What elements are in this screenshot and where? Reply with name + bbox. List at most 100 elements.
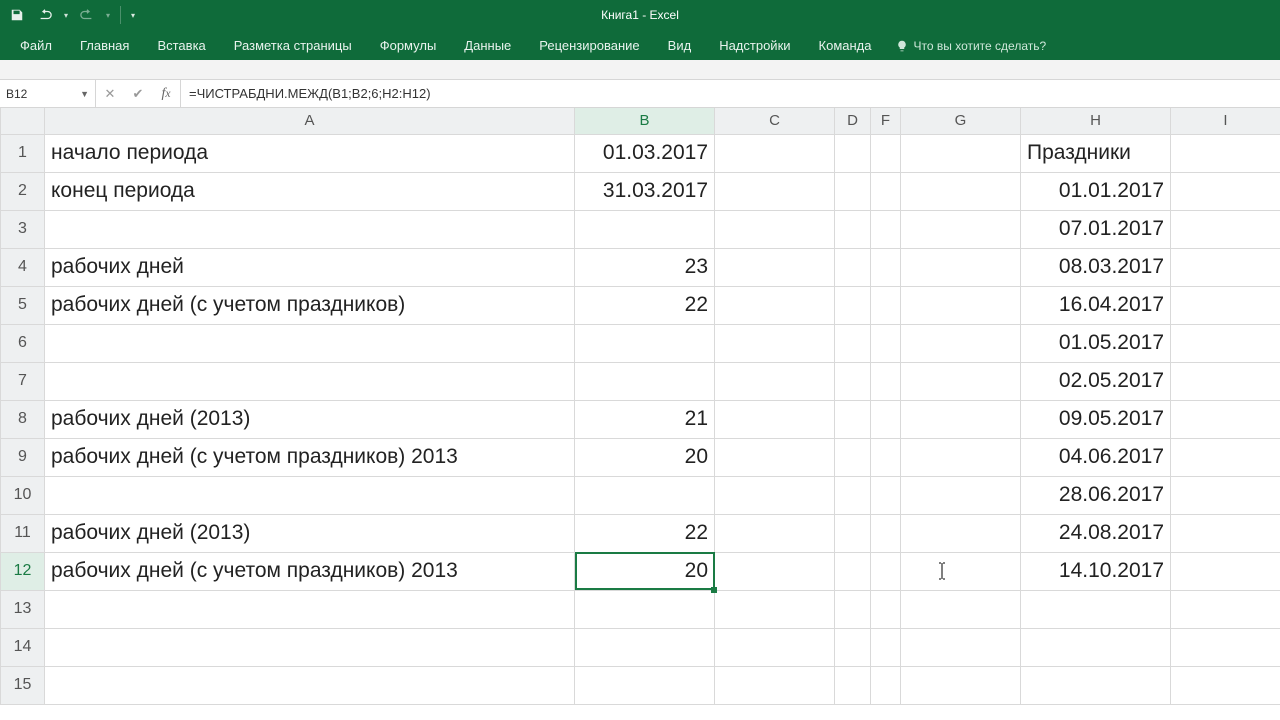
cell-B14[interactable] [575,628,715,666]
cell-B2[interactable]: 31.03.2017 [575,172,715,210]
cell-G14[interactable] [901,628,1021,666]
cell-I2[interactable] [1171,172,1280,210]
select-all-corner[interactable] [1,108,45,134]
tab-home[interactable]: Главная [66,32,143,60]
cell-G1[interactable] [901,134,1021,172]
cell-B5[interactable]: 22 [575,286,715,324]
worksheet-grid[interactable]: A B C D F G H I 1 начало периода 01.03.2… [0,108,1280,720]
cell-C15[interactable] [715,666,835,704]
cell-A10[interactable] [45,476,575,514]
cell-F15[interactable] [871,666,901,704]
cell-C11[interactable] [715,514,835,552]
row-header-12[interactable]: 12 [1,552,45,590]
cell-D5[interactable] [835,286,871,324]
cell-B1[interactable]: 01.03.2017 [575,134,715,172]
cell-D11[interactable] [835,514,871,552]
cell-I14[interactable] [1171,628,1280,666]
cell-B3[interactable] [575,210,715,248]
cell-I12[interactable] [1171,552,1280,590]
cell-H4[interactable]: 08.03.2017 [1021,248,1171,286]
row-header-1[interactable]: 1 [1,134,45,172]
cell-C9[interactable] [715,438,835,476]
cell-B4[interactable]: 23 [575,248,715,286]
cell-I3[interactable] [1171,210,1280,248]
row-header-5[interactable]: 5 [1,286,45,324]
cell-A15[interactable] [45,666,575,704]
cell-H11[interactable]: 24.08.2017 [1021,514,1171,552]
tab-pagelayout[interactable]: Разметка страницы [220,32,366,60]
cell-I10[interactable] [1171,476,1280,514]
row-header-14[interactable]: 14 [1,628,45,666]
row-header-10[interactable]: 10 [1,476,45,514]
cell-A3[interactable] [45,210,575,248]
cell-I7[interactable] [1171,362,1280,400]
cell-F6[interactable] [871,324,901,362]
cell-A11[interactable]: рабочих дней (2013) [45,514,575,552]
row-header-15[interactable]: 15 [1,666,45,704]
cell-F10[interactable] [871,476,901,514]
qat-customize-icon[interactable]: ▾ [131,11,135,20]
row-header-4[interactable]: 4 [1,248,45,286]
cell-G7[interactable] [901,362,1021,400]
cell-A14[interactable] [45,628,575,666]
cell-B11[interactable]: 22 [575,514,715,552]
cell-A12[interactable]: рабочих дней (с учетом праздников) 2013 [45,552,575,590]
cell-G9[interactable] [901,438,1021,476]
cell-H5[interactable]: 16.04.2017 [1021,286,1171,324]
cancel-icon[interactable]: ✕ [96,86,124,102]
cell-A13[interactable] [45,590,575,628]
col-header-D[interactable]: D [835,108,871,134]
fx-icon[interactable]: fx [152,86,180,102]
tab-insert[interactable]: Вставка [143,32,219,60]
cell-A2[interactable]: конец периода [45,172,575,210]
tab-addins[interactable]: Надстройки [705,32,804,60]
cell-G15[interactable] [901,666,1021,704]
undo-dropdown-icon[interactable]: ▾ [64,11,68,20]
col-header-I[interactable]: I [1171,108,1280,134]
col-header-G[interactable]: G [901,108,1021,134]
cell-F2[interactable] [871,172,901,210]
row-header-13[interactable]: 13 [1,590,45,628]
cell-D2[interactable] [835,172,871,210]
cell-D13[interactable] [835,590,871,628]
cell-B15[interactable] [575,666,715,704]
cell-I15[interactable] [1171,666,1280,704]
redo-icon[interactable] [78,6,96,24]
cell-H9[interactable]: 04.06.2017 [1021,438,1171,476]
cell-H12[interactable]: 14.10.2017 [1021,552,1171,590]
row-header-2[interactable]: 2 [1,172,45,210]
cell-I4[interactable] [1171,248,1280,286]
undo-icon[interactable] [36,6,54,24]
row-header-7[interactable]: 7 [1,362,45,400]
row-header-6[interactable]: 6 [1,324,45,362]
cell-D6[interactable] [835,324,871,362]
cell-D7[interactable] [835,362,871,400]
cell-F3[interactable] [871,210,901,248]
cell-D15[interactable] [835,666,871,704]
cell-A9[interactable]: рабочих дней (с учетом праздников) 2013 [45,438,575,476]
cell-I8[interactable] [1171,400,1280,438]
cell-A6[interactable] [45,324,575,362]
tab-formulas[interactable]: Формулы [366,32,451,60]
cell-G8[interactable] [901,400,1021,438]
cell-C1[interactable] [715,134,835,172]
cell-H1[interactable]: Праздники [1021,134,1171,172]
cell-D4[interactable] [835,248,871,286]
cell-I11[interactable] [1171,514,1280,552]
cell-H14[interactable] [1021,628,1171,666]
cell-A8[interactable]: рабочих дней (2013) [45,400,575,438]
cell-I1[interactable] [1171,134,1280,172]
cell-C10[interactable] [715,476,835,514]
cell-F13[interactable] [871,590,901,628]
row-header-8[interactable]: 8 [1,400,45,438]
cell-H13[interactable] [1021,590,1171,628]
cell-G12[interactable] [901,552,1021,590]
cell-H15[interactable] [1021,666,1171,704]
cell-G13[interactable] [901,590,1021,628]
cell-B8[interactable]: 21 [575,400,715,438]
cell-F4[interactable] [871,248,901,286]
cell-B9[interactable]: 20 [575,438,715,476]
cell-C5[interactable] [715,286,835,324]
tab-review[interactable]: Рецензирование [525,32,653,60]
cell-A5[interactable]: рабочих дней (с учетом праздников) [45,286,575,324]
